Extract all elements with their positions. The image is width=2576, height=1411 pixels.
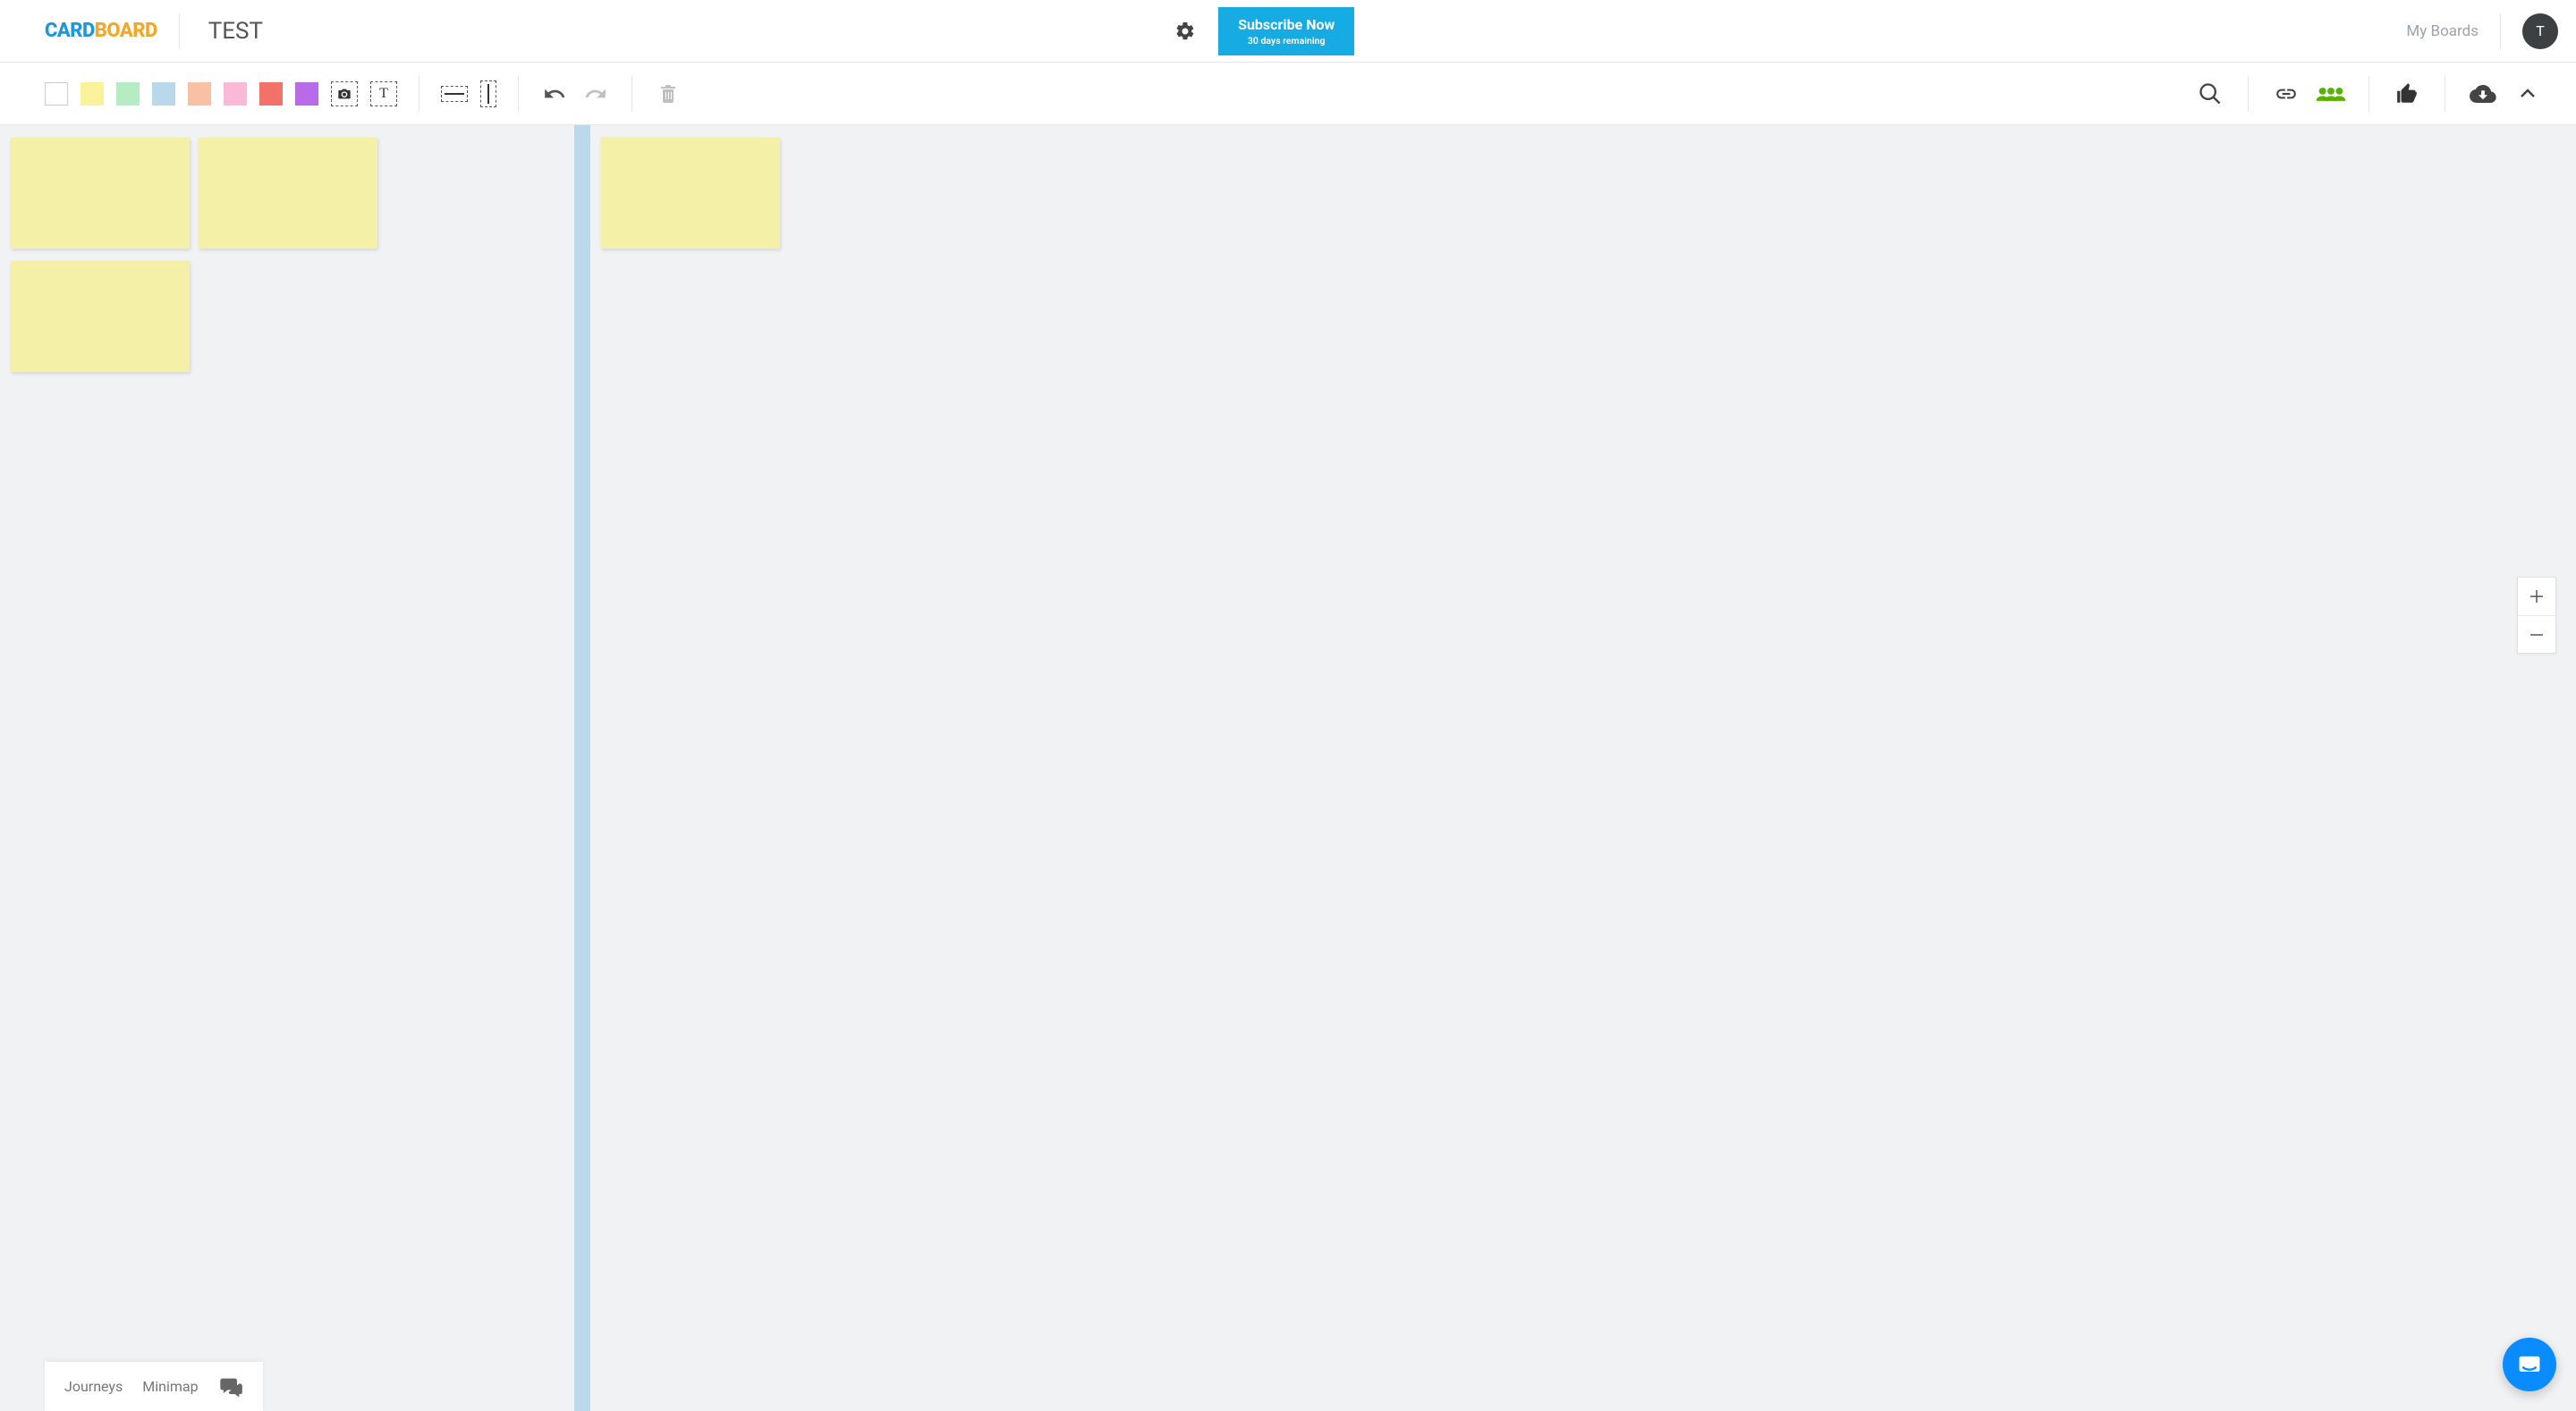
vertical-line-icon <box>487 84 489 104</box>
horizontal-divider-button[interactable] <box>441 86 468 102</box>
like-button[interactable] <box>2391 78 2423 110</box>
thumbs-up-icon <box>2395 82 2419 106</box>
link-button[interactable] <box>2270 78 2302 110</box>
card[interactable] <box>199 138 377 249</box>
intercom-chat-button[interactable] <box>2503 1338 2556 1391</box>
separator <box>631 76 632 112</box>
card[interactable] <box>601 138 780 249</box>
subscribe-sub-label: 30 days remaining <box>1248 35 1326 46</box>
color-swatch-purple[interactable] <box>295 82 318 106</box>
color-swatch-red[interactable] <box>259 82 283 106</box>
vertical-divider-button[interactable] <box>480 80 496 107</box>
separator <box>2368 76 2369 112</box>
download-button[interactable] <box>2467 78 2499 110</box>
search-icon <box>2198 81 2223 106</box>
header-center: Subscribe Now 30 days remaining <box>122 7 2406 55</box>
header-right: My Boards T <box>2406 13 2558 49</box>
my-boards-link[interactable]: My Boards <box>2406 22 2479 40</box>
separator <box>2500 13 2501 49</box>
delete-button[interactable] <box>654 80 682 108</box>
color-swatch-yellow[interactable] <box>80 82 104 106</box>
collaborators-button[interactable] <box>2315 78 2347 110</box>
chevron-up-icon <box>2517 83 2538 105</box>
chat-icon <box>218 1374 243 1399</box>
search-button[interactable] <box>2194 78 2226 110</box>
color-swatch-white[interactable] <box>45 82 68 106</box>
separator <box>2248 76 2249 112</box>
plus-icon <box>2529 589 2544 604</box>
journeys-tab[interactable]: Journeys <box>64 1378 123 1395</box>
card[interactable] <box>11 261 190 372</box>
footer-panel: Journeys Minimap <box>45 1362 263 1411</box>
card[interactable] <box>11 138 190 249</box>
link-icon <box>2275 82 2298 106</box>
horizontal-line-icon <box>445 93 464 95</box>
gear-icon <box>1174 21 1196 42</box>
app-header: CARDBOARD TEST Subscribe Now 30 days rem… <box>0 0 2576 63</box>
toolbar-right <box>2194 76 2544 112</box>
text-card-button[interactable]: T <box>370 81 397 106</box>
undo-icon <box>543 82 566 106</box>
minimap-tab[interactable]: Minimap <box>142 1378 198 1395</box>
separator <box>518 76 519 112</box>
comments-button[interactable] <box>218 1374 243 1399</box>
color-swatch-pink[interactable] <box>224 82 247 106</box>
image-card-button[interactable] <box>331 81 358 106</box>
board-canvas[interactable]: Journeys Minimap <box>0 125 2576 1411</box>
minus-icon <box>2529 628 2544 642</box>
subscribe-button[interactable]: Subscribe Now 30 days remaining <box>1218 7 1354 55</box>
user-avatar[interactable]: T <box>2522 13 2558 49</box>
color-swatch-blue[interactable] <box>152 82 175 106</box>
camera-icon <box>337 88 352 100</box>
avatar-initial: T <box>2536 22 2545 39</box>
zoom-in-button[interactable] <box>2518 578 2555 615</box>
redo-icon <box>584 82 607 106</box>
subscribe-main-label: Subscribe Now <box>1238 16 1335 33</box>
intercom-icon <box>2515 1350 2544 1379</box>
undo-button[interactable] <box>540 80 569 108</box>
collapse-button[interactable] <box>2512 78 2544 110</box>
cloud-download-icon <box>2470 80 2496 107</box>
logo-text-1: CARD <box>45 20 95 42</box>
people-icon <box>2315 80 2347 107</box>
zoom-control <box>2517 577 2556 654</box>
redo-button[interactable] <box>581 80 610 108</box>
color-swatch-green[interactable] <box>116 82 140 106</box>
toolbar: T <box>0 63 2576 125</box>
settings-button[interactable] <box>1174 20 1197 43</box>
zoom-out-button[interactable] <box>2518 615 2555 653</box>
column-divider[interactable] <box>574 125 590 1411</box>
trash-icon <box>657 83 679 105</box>
color-swatch-orange[interactable] <box>188 82 211 106</box>
